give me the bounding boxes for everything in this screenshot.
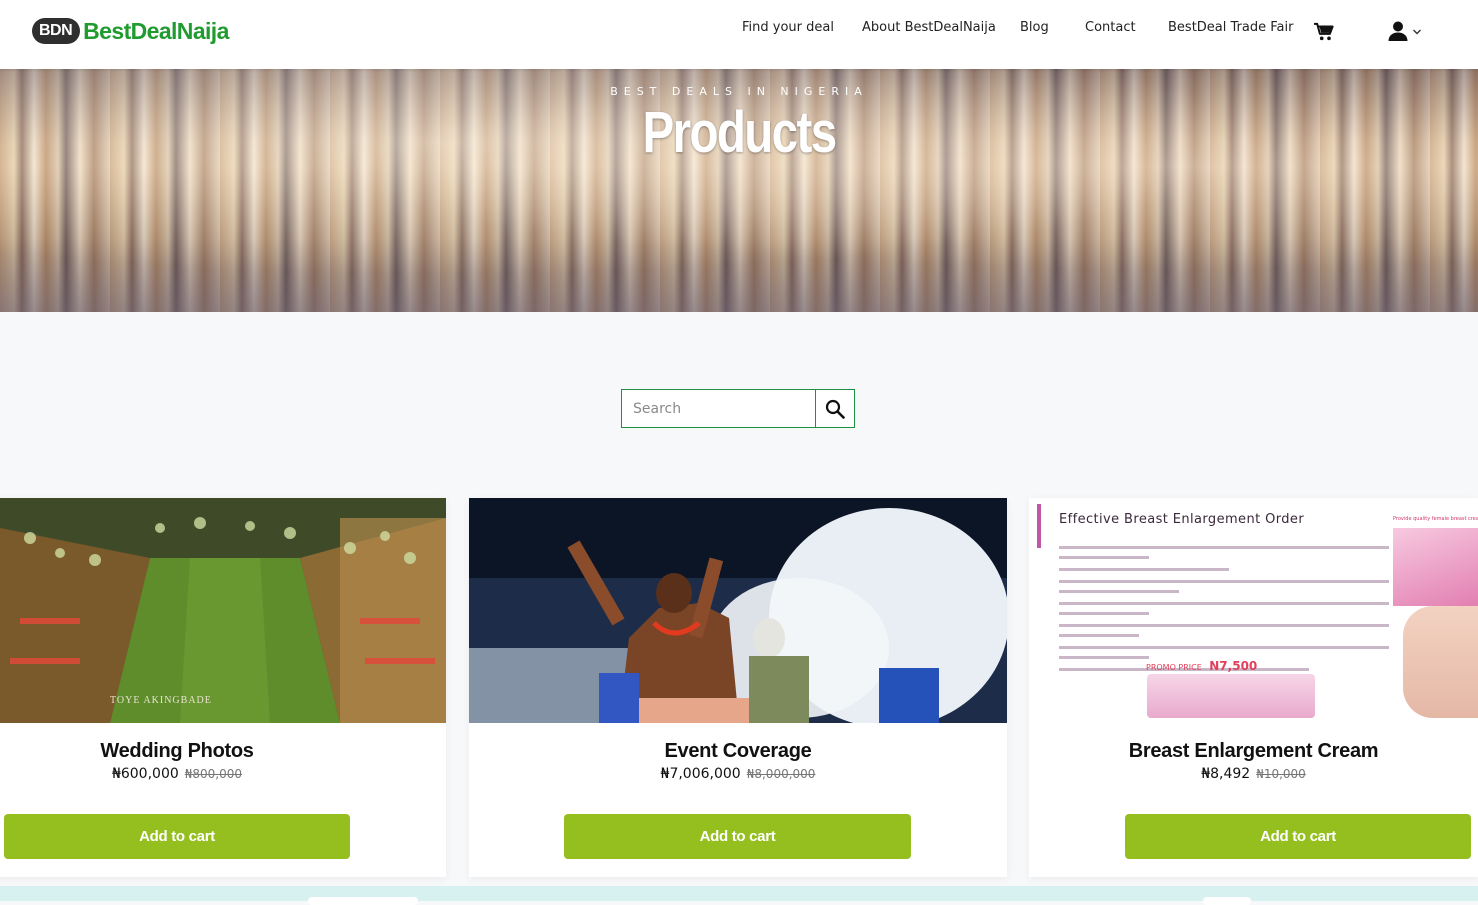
search-form <box>621 389 855 428</box>
add-to-cart-button[interactable]: Add to cart <box>564 814 911 859</box>
product-name[interactable]: Event Coverage <box>469 740 1007 763</box>
search-input[interactable] <box>621 389 815 428</box>
user-menu[interactable] <box>1387 20 1423 42</box>
site-header: BDN BestDealNaija Find your deal About B… <box>0 0 1478 69</box>
search-icon <box>825 399 845 419</box>
product-price: ₦7,006,000 ₦8,000,000 <box>469 766 1007 782</box>
user-icon <box>1388 21 1408 41</box>
footer-element <box>1203 897 1251 905</box>
price-current: ₦7,006,000 <box>660 766 741 782</box>
event-performer-image <box>469 498 1007 723</box>
flyer-promo-label: PROMO PRICE <box>1146 663 1202 672</box>
search-button[interactable] <box>815 389 855 428</box>
price-old: ₦8,000,000 <box>746 767 816 781</box>
product-name[interactable]: Breast Enlargement Cream <box>1029 740 1478 763</box>
price-old: ₦10,000 <box>1256 767 1306 781</box>
nav-blog[interactable]: Blog <box>1020 20 1049 35</box>
hero-subtitle: BEST DEALS IN NIGERIA <box>610 85 868 98</box>
product-price: ₦600,000 ₦800,000 <box>0 766 354 782</box>
flyer-body-text <box>1059 546 1389 671</box>
nav-about[interactable]: About BestDealNaija <box>862 20 996 35</box>
hero-banner: BEST DEALS IN NIGERIA Products <box>0 69 1478 312</box>
flyer-side-text: Provide quality female breast cream <box>1393 516 1478 522</box>
flyer-promo: PROMO PRICE N7,500 <box>1146 657 1257 675</box>
product-box-image <box>1393 528 1478 606</box>
chevron-down-icon <box>1413 29 1421 35</box>
add-to-cart-button[interactable]: Add to cart <box>4 814 350 859</box>
nav-trade-fair[interactable]: BestDeal Trade Fair <box>1168 20 1293 35</box>
cream-jar-image <box>1147 674 1315 718</box>
product-card: TOYE AKINGBADE Wedding Photos ₦600,000 ₦8… <box>0 498 446 877</box>
promo-flyer: Effective Breast Enlargement Order PROMO… <box>1029 498 1478 723</box>
cart-icon[interactable] <box>1313 22 1335 42</box>
model-photo <box>1403 606 1478 718</box>
product-price: ₦8,492 ₦10,000 <box>1029 766 1478 782</box>
add-to-cart-button[interactable]: Add to cart <box>1125 814 1471 859</box>
product-card: Event Coverage ₦7,006,000 ₦8,000,000 Add … <box>469 498 1007 877</box>
nav-contact[interactable]: Contact <box>1085 20 1136 35</box>
page-title: Products <box>642 100 837 165</box>
product-card: Effective Breast Enlargement Order PROMO… <box>1029 498 1478 877</box>
flyer-heading: Effective Breast Enlargement Order <box>1059 512 1305 527</box>
flyer-accent-bar <box>1037 504 1041 548</box>
product-image-wedding[interactable]: TOYE AKINGBADE <box>0 498 446 723</box>
nav-find-your-deal[interactable]: Find your deal <box>742 20 834 35</box>
main-nav: Find your deal About BestDealNaija Blog … <box>0 20 1478 42</box>
price-current: ₦8,492 <box>1201 766 1251 782</box>
price-old: ₦800,000 <box>184 767 243 781</box>
footer-strip <box>0 886 1478 901</box>
image-watermark: TOYE AKINGBADE <box>110 695 212 706</box>
product-name[interactable]: Wedding Photos <box>0 740 354 763</box>
product-image-event[interactable] <box>469 498 1007 723</box>
product-image-cream[interactable]: Effective Breast Enlargement Order PROMO… <box>1029 498 1478 723</box>
flyer-promo-price: N7,500 <box>1209 659 1258 673</box>
price-current: ₦600,000 <box>111 766 179 782</box>
wedding-aisle-image <box>0 498 446 723</box>
footer-element <box>308 897 418 905</box>
